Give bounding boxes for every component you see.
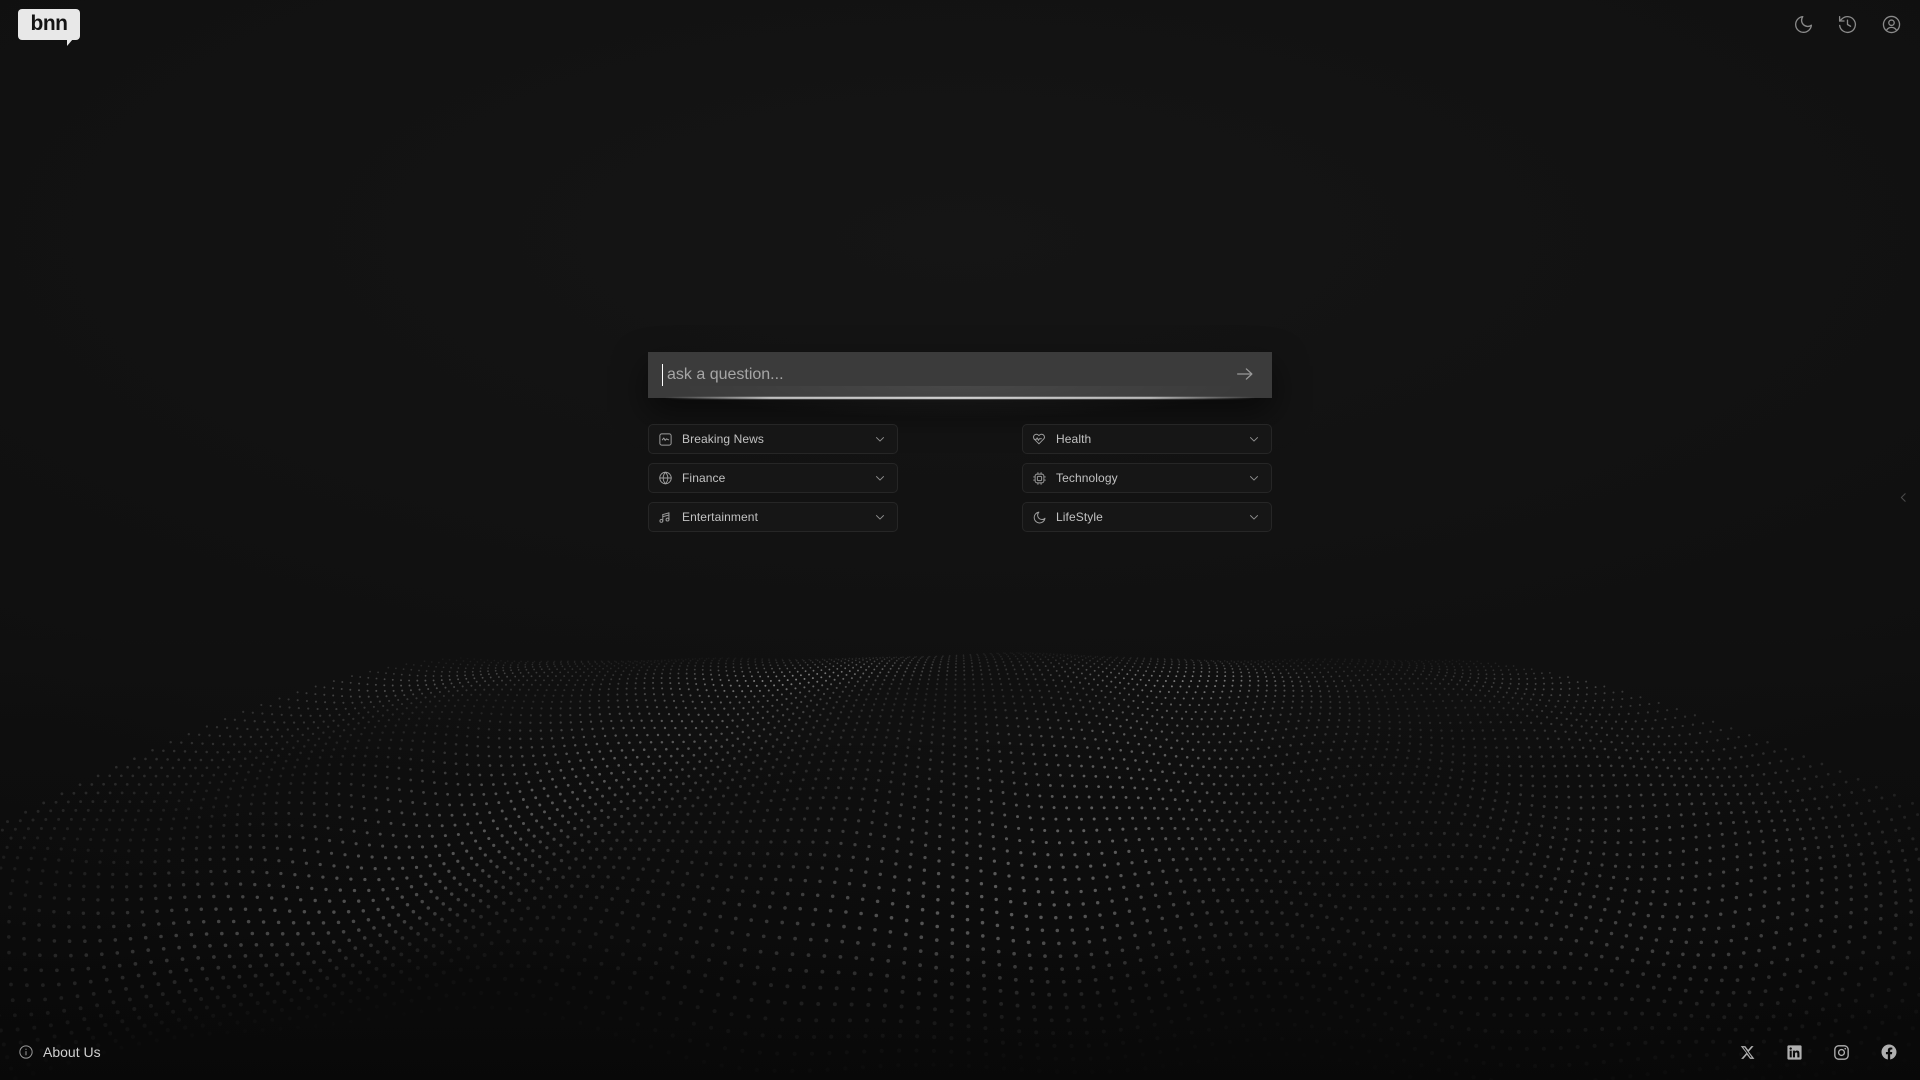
logo-bubble-tail — [67, 38, 73, 46]
header: bnn — [0, 0, 1920, 48]
category-grid: Breaking News Health Finance Technology Ente… — [648, 424, 1272, 532]
history-icon[interactable] — [1836, 13, 1858, 35]
instagram-icon[interactable] — [1832, 1043, 1851, 1062]
footer: About Us — [0, 1024, 1920, 1080]
category-button-finance[interactable]: Finance — [648, 463, 898, 493]
info-circle-icon — [18, 1044, 34, 1060]
search-input[interactable] — [663, 352, 1232, 398]
logo-text: bnn — [30, 12, 68, 35]
category-label: LifeStyle — [1056, 510, 1103, 524]
category-label: Finance — [682, 471, 726, 485]
side-panel-toggle[interactable] — [1894, 488, 1912, 512]
chevron-down-icon[interactable] — [1247, 510, 1261, 524]
particle-wave-background — [0, 640, 1920, 1080]
user-circle-icon[interactable] — [1880, 13, 1902, 35]
globe-icon — [658, 471, 673, 486]
particle-wave-svg — [0, 652, 1920, 1080]
wave-fade-overlay — [0, 640, 1920, 1080]
logo[interactable]: bnn — [18, 8, 80, 46]
chevron-down-icon[interactable] — [1247, 471, 1261, 485]
chevron-left-icon — [1897, 491, 1910, 509]
chevron-down-icon[interactable] — [873, 471, 887, 485]
main-content: Breaking News Health Finance Technology Ente… — [634, 352, 1286, 532]
category-label: Health — [1056, 432, 1092, 446]
moon-icon — [1032, 510, 1047, 525]
category-button-breaking-news[interactable]: Breaking News — [648, 424, 898, 454]
category-button-entertainment[interactable]: Entertainment — [648, 502, 898, 532]
category-label: Technology — [1056, 471, 1118, 485]
about-us-label: About Us — [43, 1044, 101, 1060]
category-button-lifestyle[interactable]: LifeStyle — [1022, 502, 1272, 532]
header-actions — [1792, 13, 1902, 35]
about-us-link[interactable]: About Us — [18, 1044, 101, 1060]
category-label: Breaking News — [682, 432, 765, 446]
search-underglow — [664, 397, 1256, 399]
facebook-icon[interactable] — [1879, 1043, 1898, 1062]
x-icon[interactable] — [1738, 1043, 1757, 1062]
app-root: bnn ask a question... Breaking News Heal… — [0, 0, 1920, 1080]
category-button-technology[interactable]: Technology — [1022, 463, 1272, 493]
search-section — [634, 352, 1286, 432]
chevron-down-icon[interactable] — [873, 432, 887, 446]
arrow-right-icon — [1234, 363, 1256, 388]
chevron-down-icon[interactable] — [1247, 432, 1261, 446]
linkedin-icon[interactable] — [1785, 1043, 1804, 1062]
search-box[interactable] — [648, 352, 1272, 398]
cpu-chip-icon — [1032, 471, 1047, 486]
category-button-health[interactable]: Health — [1022, 424, 1272, 454]
moon-icon[interactable] — [1792, 13, 1814, 35]
chevron-down-icon[interactable] — [873, 510, 887, 524]
social-links — [1738, 1043, 1898, 1062]
search-submit-button[interactable] — [1232, 362, 1258, 388]
category-label: Entertainment — [682, 510, 759, 524]
heart-pulse-icon — [1032, 432, 1047, 447]
activity-square-icon — [658, 432, 673, 447]
music-notes-icon — [658, 510, 673, 525]
